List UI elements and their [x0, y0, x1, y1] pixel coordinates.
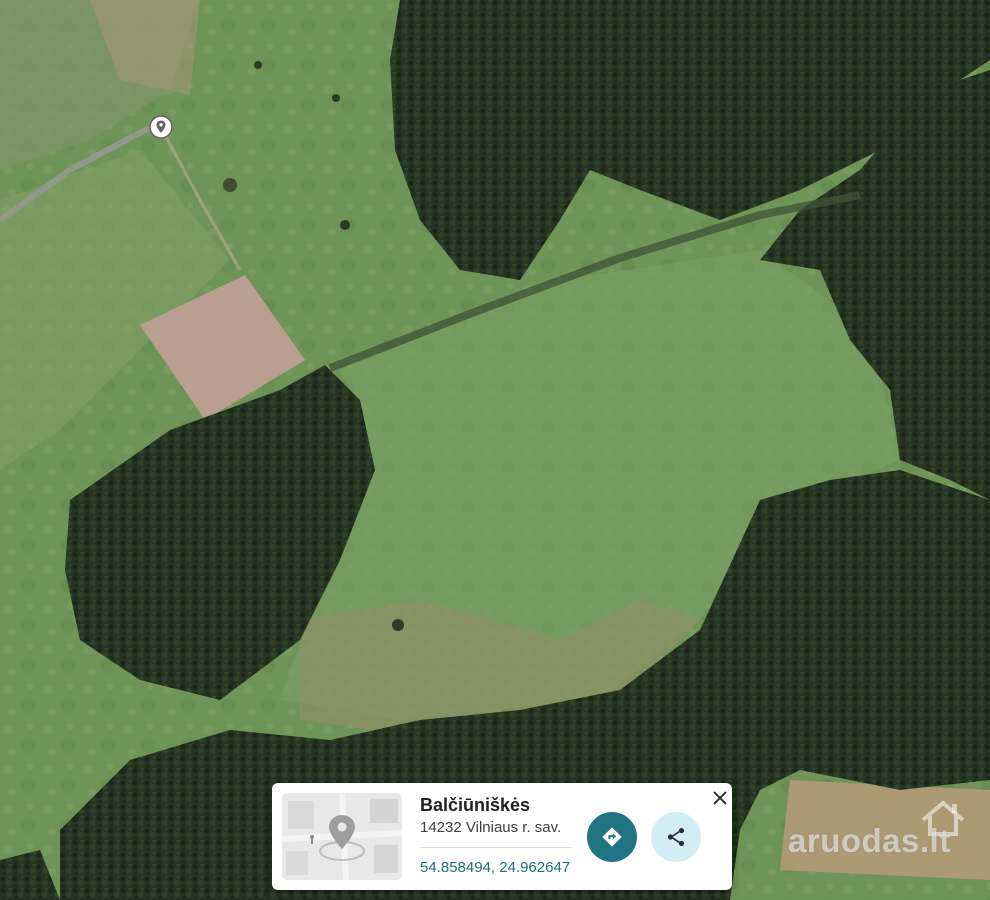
share-button[interactable]	[651, 812, 701, 862]
place-info-card: Balčiūniškės 14232 Vilniaus r. sav. 54.8…	[272, 783, 732, 890]
divider	[420, 847, 572, 848]
bush	[223, 178, 237, 192]
close-button[interactable]	[710, 788, 730, 808]
place-coordinates[interactable]: 54.858494, 24.962647	[420, 859, 570, 876]
aruodas-watermark: aruodas.lt	[788, 798, 968, 868]
bush	[332, 94, 340, 102]
close-icon	[713, 791, 727, 805]
place-address: 14232 Vilniaus r. sav.	[420, 819, 562, 836]
share-icon	[667, 828, 685, 846]
directions-arrow-icon	[602, 827, 622, 847]
bush	[392, 619, 404, 631]
location-pin-icon[interactable]	[149, 115, 173, 139]
map-pin-illustration	[282, 793, 402, 880]
bush	[254, 61, 262, 69]
bush	[340, 220, 350, 230]
place-name: Balčiūniškės	[420, 795, 531, 815]
watermark-text: aruodas.lt	[788, 822, 951, 859]
directions-button[interactable]	[587, 812, 637, 862]
place-thumbnail[interactable]	[282, 793, 402, 880]
